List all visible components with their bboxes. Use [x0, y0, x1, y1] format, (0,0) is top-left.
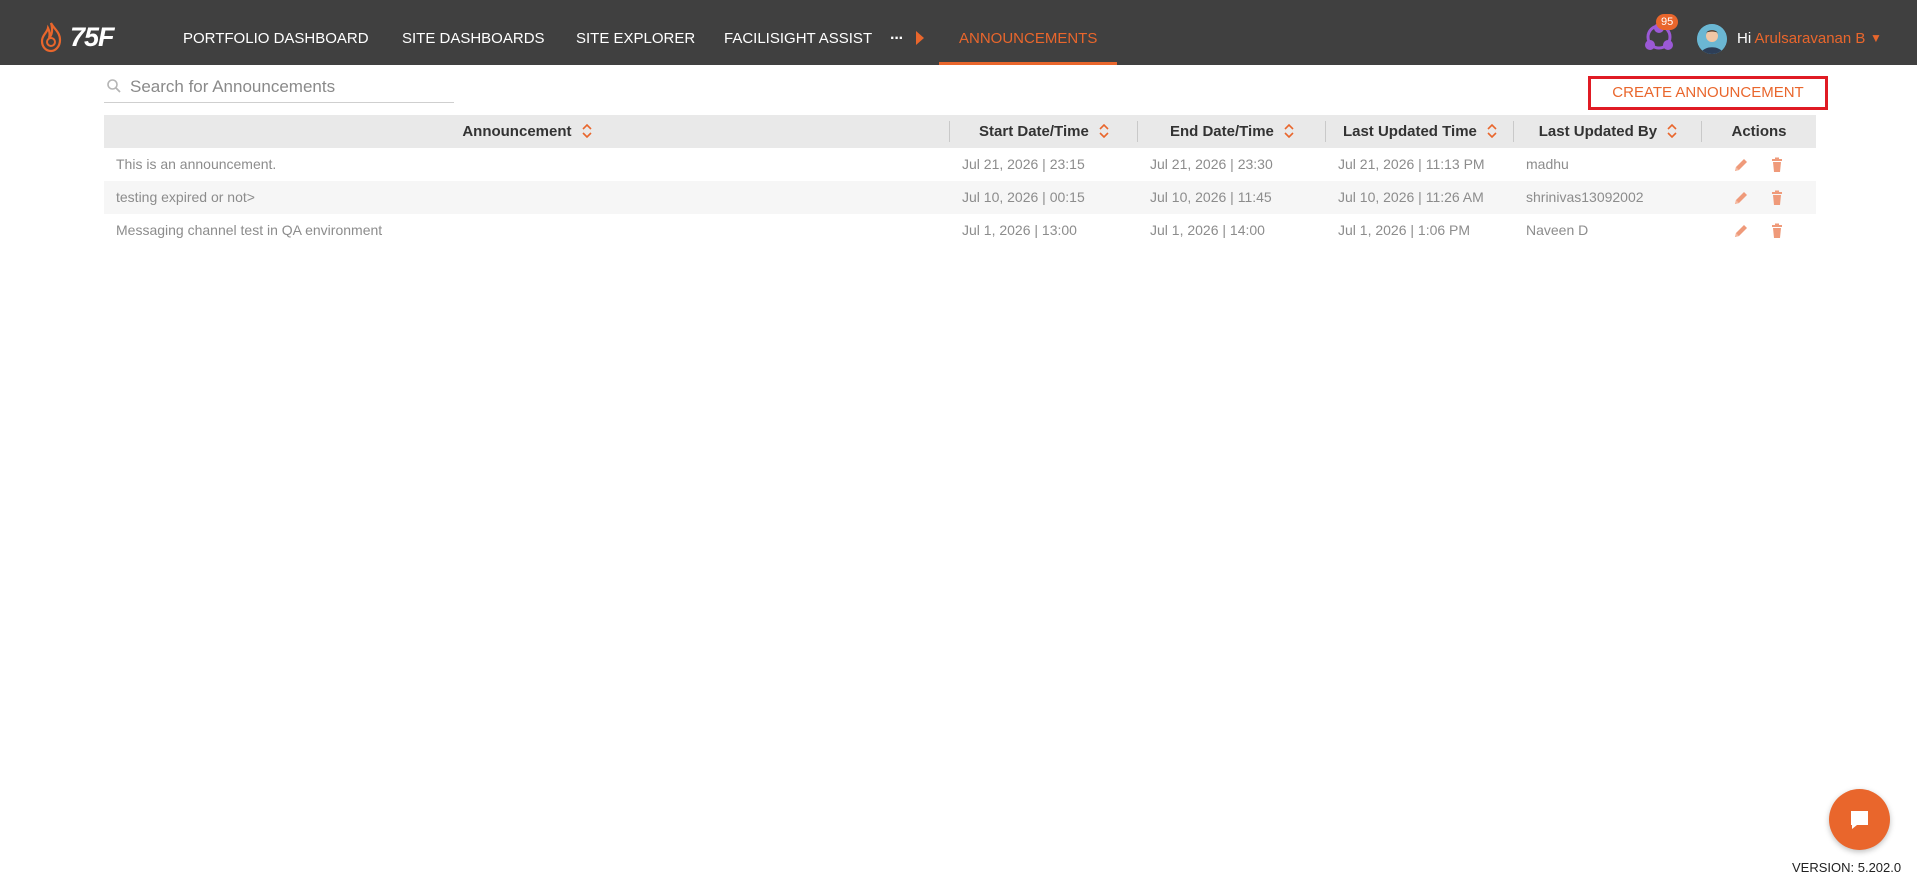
cell-last-updated-by: Naveen D: [1526, 222, 1589, 238]
cell-start: Jul 10, 2026 | 00:15: [962, 189, 1085, 205]
table-row[interactable]: This is an announcement. Jul 21, 2026 | …: [104, 148, 1816, 181]
search-icon: [107, 79, 121, 93]
table-row[interactable]: testing expired or not> Jul 10, 2026 | 0…: [104, 181, 1816, 214]
column-header-last-updated-by[interactable]: Last Updated By: [1514, 115, 1702, 148]
cell-end: Jul 10, 2026 | 11:45: [1150, 189, 1272, 205]
edit-pencil-icon[interactable]: [1733, 190, 1749, 206]
table-row[interactable]: Messaging channel test in QA environment…: [104, 214, 1816, 247]
user-greeting[interactable]: Hi Arulsaravanan B: [1737, 30, 1865, 47]
column-header-label: Last Updated By: [1538, 123, 1658, 140]
version-label: VERSION: 5.202.0: [1792, 860, 1902, 875]
column-header-label: End Date/Time: [1169, 123, 1274, 140]
user-avatar[interactable]: [1697, 24, 1727, 54]
nav-announcements[interactable]: ANNOUNCEMENTS: [939, 0, 1118, 65]
user-name: Arulsaravanan B: [1754, 30, 1866, 47]
sort-icon[interactable]: [1284, 124, 1294, 138]
cell-last-updated-time: Jul 1, 2026 | 1:06 PM: [1338, 222, 1471, 238]
column-header-last-updated-time[interactable]: Last Updated Time: [1326, 115, 1514, 148]
nav-portfolio-dashboard[interactable]: PORTFOLIO DASHBOARD: [183, 0, 369, 65]
more-menu-icon[interactable]: ···: [890, 30, 904, 48]
chat-bubble-icon: [1851, 811, 1868, 829]
column-header-label: Last Updated Time: [1342, 123, 1477, 140]
delete-trash-icon[interactable]: [1769, 223, 1785, 239]
nav-facilisight-assist[interactable]: FACILISIGHT ASSIST: [724, 0, 872, 65]
edit-pencil-icon[interactable]: [1733, 223, 1749, 239]
cell-actions: [1702, 214, 1816, 247]
sort-icon[interactable]: [1667, 124, 1677, 138]
cell-last-updated-by: shrinivas13092002: [1526, 189, 1644, 205]
cell-actions: [1702, 148, 1816, 181]
cell-announcement: Messaging channel test in QA environment: [116, 222, 383, 238]
delete-trash-icon[interactable]: [1769, 190, 1785, 206]
column-header-label: Start Date/Time: [979, 123, 1089, 140]
column-header-actions: Actions: [1702, 115, 1816, 148]
nav-site-explorer[interactable]: SITE EXPLORER: [576, 0, 695, 65]
logo-text: 75F: [70, 21, 115, 52]
greeting-text: Hi: [1737, 30, 1752, 47]
cell-start: Jul 21, 2026 | 23:15: [962, 156, 1085, 172]
nav-site-dashboards[interactable]: SITE DASHBOARDS: [402, 0, 545, 65]
column-header-announcement[interactable]: Announcement: [104, 115, 950, 148]
announcements-table: Announcement Start Date/Time End Date/Ti…: [104, 115, 1816, 247]
top-nav-bar: 75F PORTFOLIO DASHBOARD SITE DASHBOARDS …: [0, 0, 1917, 65]
column-header-label: Announcement: [462, 123, 572, 140]
notification-count-badge: 95: [1656, 14, 1679, 30]
cell-last-updated-time: Jul 21, 2026 | 11:13 PM: [1338, 156, 1485, 172]
sort-icon[interactable]: [582, 124, 592, 138]
sort-icon[interactable]: [1487, 124, 1497, 138]
cell-announcement: testing expired or not>: [116, 189, 255, 205]
sort-icon[interactable]: [1099, 124, 1109, 138]
cell-start: Jul 1, 2026 | 13:00: [962, 222, 1077, 238]
cell-end: Jul 1, 2026 | 14:00: [1150, 222, 1265, 238]
delete-trash-icon[interactable]: [1769, 157, 1785, 173]
edit-pencil-icon[interactable]: [1733, 157, 1749, 173]
flame-logo-icon: [40, 22, 62, 53]
cell-actions: [1702, 181, 1816, 214]
create-announcement-button[interactable]: CREATE ANNOUNCEMENT: [1588, 76, 1828, 110]
table-header: Announcement Start Date/Time End Date/Ti…: [104, 115, 1816, 148]
search-input[interactable]: [130, 74, 450, 100]
brand-logo[interactable]: 75F: [38, 20, 115, 54]
column-header-end[interactable]: End Date/Time: [1138, 115, 1326, 148]
nav-scroll-arrow-icon[interactable]: [916, 31, 924, 45]
chevron-down-icon[interactable]: ▼: [1870, 31, 1882, 45]
column-header-label: Actions: [1731, 123, 1787, 140]
chat-button[interactable]: [1829, 789, 1890, 850]
user-avatar-icon: [1697, 24, 1727, 54]
cell-announcement: This is an announcement.: [116, 156, 277, 172]
search-bar: [104, 72, 454, 103]
table-body: This is an announcement. Jul 21, 2026 | …: [104, 148, 1816, 247]
cell-end: Jul 21, 2026 | 23:30: [1150, 156, 1273, 172]
column-header-start[interactable]: Start Date/Time: [950, 115, 1138, 148]
cell-last-updated-by: madhu: [1526, 156, 1569, 172]
cell-last-updated-time: Jul 10, 2026 | 11:26 AM: [1338, 189, 1484, 205]
